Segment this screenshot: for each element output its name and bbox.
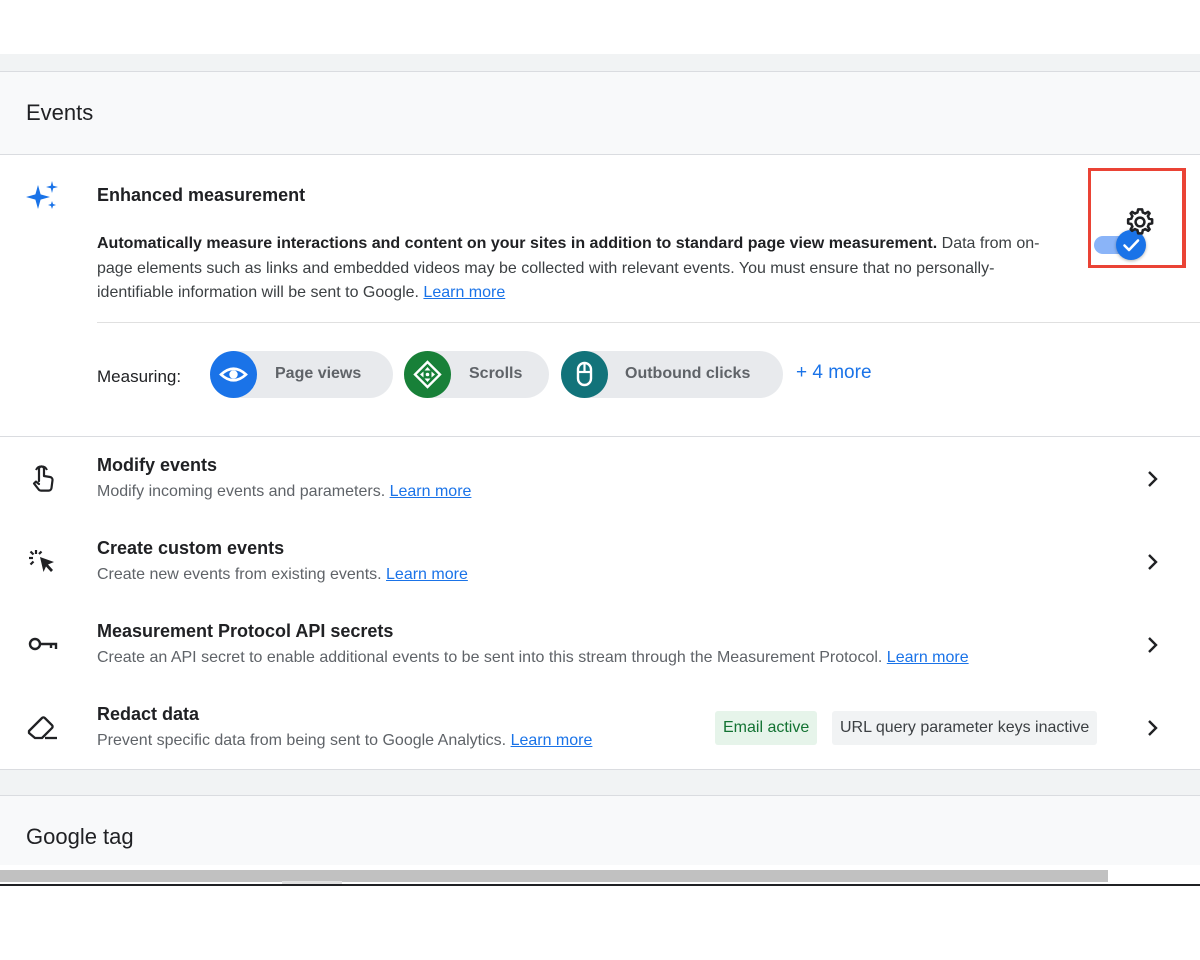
status-badge: Email active <box>715 711 818 745</box>
bottom-border <box>0 884 1200 886</box>
chevron-right-icon <box>1148 637 1158 653</box>
create-custom-events-row[interactable]: Create custom events Create new events f… <box>0 520 1200 604</box>
eye-icon <box>210 351 257 398</box>
row-title: Modify events <box>97 455 218 475</box>
learn-more-link[interactable]: Learn more <box>423 284 505 301</box>
measurement-protocol-row[interactable]: Measurement Protocol API secrets Create … <box>0 603 1200 687</box>
redact-data-row[interactable]: Redact data Prevent specific data from b… <box>0 686 1200 770</box>
chip-label: Scrolls <box>469 365 523 382</box>
learn-more-link[interactable]: Learn more <box>390 483 472 500</box>
chip-scrolls: Scrolls <box>404 351 549 398</box>
events-section-title: Events <box>26 100 94 125</box>
divider <box>97 322 1200 323</box>
mouse-icon <box>561 351 608 398</box>
learn-more-link[interactable]: Learn more <box>386 566 468 583</box>
row-description: Prevent specific data from being sent to… <box>97 732 592 750</box>
touch-icon <box>32 465 54 492</box>
row-title: Create custom events <box>97 538 285 558</box>
row-description: Create an API secret to enable additiona… <box>97 649 969 667</box>
section-gap <box>0 770 1200 795</box>
top-whitespace <box>0 0 1200 54</box>
chip-page-views: Page views <box>210 351 393 398</box>
chevron-right-icon <box>1148 720 1158 736</box>
horizontal-scrollbar[interactable] <box>0 870 1108 882</box>
row-description: Create new events from existing events. … <box>97 566 468 584</box>
row-title: Redact data <box>97 704 200 724</box>
eraser-icon <box>27 716 57 740</box>
google-tag-section-header: Google tag <box>0 795 1200 865</box>
chip-label: Page views <box>275 365 362 382</box>
key-icon <box>28 637 58 651</box>
row-description-text: Prevent specific data from being sent to… <box>97 732 507 749</box>
row-description: Modify incoming events and parameters. L… <box>97 483 471 501</box>
gear-icon[interactable] <box>1124 206 1156 238</box>
chip-label: Outbound clicks <box>625 365 751 382</box>
google-tag-section-title: Google tag <box>26 824 134 849</box>
status-badge: URL query parameter keys inactive <box>832 711 1098 745</box>
row-description-text: Modify incoming events and parameters. <box>97 483 386 500</box>
chevron-right-icon <box>1148 471 1158 487</box>
modify-events-row[interactable]: Modify events Modify incoming events and… <box>0 437 1200 521</box>
learn-more-link[interactable]: Learn more <box>511 732 593 749</box>
more-measurements-link[interactable]: + 4 more <box>796 362 872 384</box>
row-description-text: Create new events from existing events. <box>97 566 382 583</box>
events-section-header: Events <box>0 71 1200 155</box>
row-title: Measurement Protocol API secrets <box>97 621 394 641</box>
enhanced-measurement-title: Enhanced measurement <box>97 185 306 205</box>
enhanced-measurement-card: Enhanced measurement Automatically measu… <box>0 155 1200 437</box>
measuring-label: Measuring: <box>97 367 182 386</box>
chip-outbound-clicks: Outbound clicks <box>561 351 783 398</box>
scroll-icon <box>404 351 451 398</box>
sparkle-icon <box>26 181 58 209</box>
click-sparkle-icon <box>29 550 54 572</box>
description-bold: Automatically measure interactions and c… <box>97 235 938 252</box>
enhanced-measurement-description: Automatically measure interactions and c… <box>97 232 1057 306</box>
row-description-text: Create an API secret to enable additiona… <box>97 649 883 666</box>
chevron-right-icon <box>1148 554 1158 570</box>
section-gap <box>0 54 1200 71</box>
learn-more-link[interactable]: Learn more <box>887 649 969 666</box>
